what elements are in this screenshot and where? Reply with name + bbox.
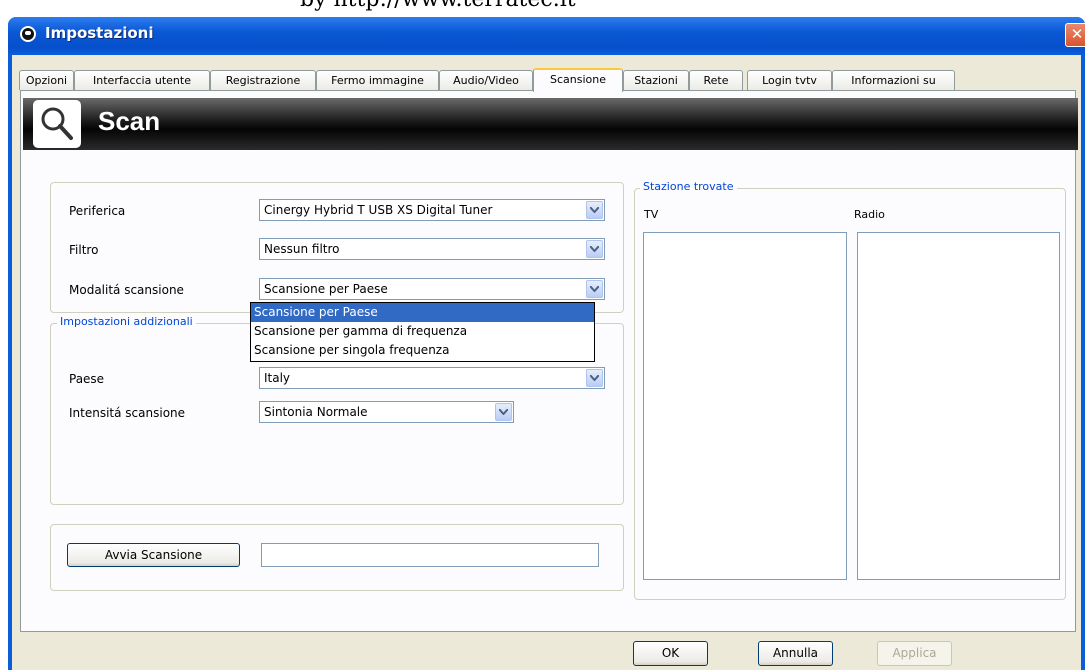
tv-stations-list[interactable] <box>643 232 847 580</box>
title-bar[interactable]: Impostazioni ✕ <box>8 17 1085 55</box>
modalita-scansione-dropdown: Scansione per Paese Scansione per gamma … <box>250 302 595 362</box>
avvia-scansione-button[interactable]: Avvia Scansione <box>67 543 240 567</box>
tab-registrazione[interactable]: Registrazione <box>210 70 316 90</box>
chevron-down-icon[interactable] <box>586 280 603 298</box>
radio-list-label: Radio <box>854 208 885 221</box>
tab-login-tvtv[interactable]: Login tvtv <box>747 70 832 90</box>
chevron-down-icon[interactable] <box>495 403 512 421</box>
paese-value: Italy <box>264 371 291 385</box>
periferica-value: Cinergy Hybrid T USB XS Digital Tuner <box>264 203 493 217</box>
periferica-label: Periferica <box>69 204 126 218</box>
watermark-text: by http://www.terratec.it <box>300 0 576 12</box>
banner-title: Scan <box>98 106 161 136</box>
dropdown-option-gamma-frequenza[interactable]: Scansione per gamma di frequenza <box>251 322 594 341</box>
periferica-select[interactable]: Cinergy Hybrid T USB XS Digital Tuner <box>259 199 605 221</box>
paese-label: Paese <box>69 372 105 386</box>
close-button[interactable]: ✕ <box>1065 23 1085 47</box>
window-title: Impostazioni <box>45 24 154 42</box>
intensita-scansione-label: Intensitá scansione <box>69 406 186 420</box>
paese-select[interactable]: Italy <box>259 367 605 389</box>
app-icon <box>20 26 36 42</box>
tab-interfaccia-utente[interactable]: Interfaccia utente <box>74 70 210 90</box>
dropdown-option-paese[interactable]: Scansione per Paese <box>251 303 594 322</box>
filtro-label: Filtro <box>69 243 99 257</box>
modalita-scansione-select[interactable]: Scansione per Paese <box>259 278 605 300</box>
chevron-down-icon[interactable] <box>586 369 603 387</box>
additional-settings-label: Impostazioni addizionali <box>57 315 196 328</box>
modalita-scansione-value: Scansione per Paese <box>264 282 388 296</box>
applica-button[interactable]: Applica <box>877 641 952 666</box>
chevron-down-icon[interactable] <box>586 240 603 258</box>
tv-list-label: TV <box>644 208 659 221</box>
modalita-scansione-label: Modalitá scansione <box>69 283 184 297</box>
dropdown-option-singola-frequenza[interactable]: Scansione per singola frequenza <box>251 341 594 360</box>
window-client-area: Opzioni Interfaccia utente Registrazione… <box>12 55 1081 670</box>
tab-stazioni[interactable]: Stazioni <box>623 70 689 90</box>
tab-scansione[interactable]: Scansione <box>533 68 623 92</box>
tab-opzioni[interactable]: Opzioni <box>19 70 74 90</box>
radio-stations-list[interactable] <box>857 232 1060 580</box>
intensita-scansione-value: Sintonia Normale <box>264 405 368 419</box>
scan-banner: Scan <box>23 98 1078 150</box>
chevron-down-icon[interactable] <box>586 201 603 219</box>
magnifier-icon <box>33 100 81 148</box>
scan-status-field[interactable] <box>261 543 599 567</box>
intensita-scansione-select[interactable]: Sintonia Normale <box>259 401 514 423</box>
ok-button[interactable]: OK <box>633 641 708 666</box>
found-stations-label: Stazione trovate <box>640 180 737 193</box>
tab-informazioni-su[interactable]: Informazioni su <box>832 70 955 90</box>
tab-rete[interactable]: Rete <box>689 70 743 90</box>
filtro-value: Nessun filtro <box>264 242 340 256</box>
tab-fermo-immagine[interactable]: Fermo immagine <box>316 70 439 90</box>
tab-audio-video[interactable]: Audio/Video <box>439 70 533 90</box>
annulla-button[interactable]: Annulla <box>758 641 833 666</box>
filtro-select[interactable]: Nessun filtro <box>259 238 605 260</box>
